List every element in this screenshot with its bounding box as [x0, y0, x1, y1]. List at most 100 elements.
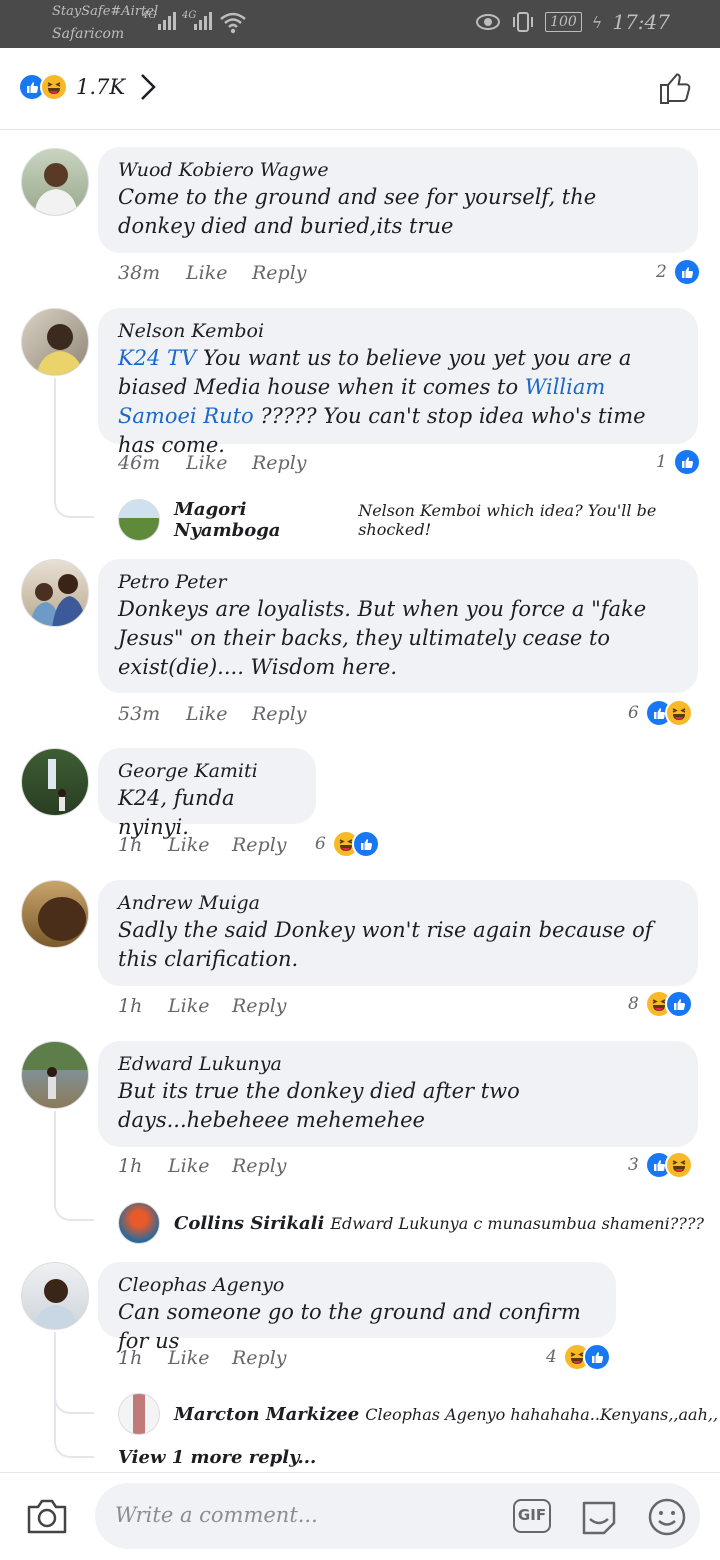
- avatar[interactable]: [21, 1041, 89, 1109]
- reply-button[interactable]: Reply: [252, 262, 307, 284]
- vibrate-icon: [513, 12, 534, 32]
- comment-reactions[interactable]: 6: [315, 830, 380, 858]
- comment-reactions[interactable]: 2: [656, 258, 701, 286]
- eye-icon: [476, 14, 501, 30]
- signal-icon: [158, 12, 176, 30]
- reaction-number: 2: [656, 262, 667, 282]
- reply-text: Edward Lukunya c munasumbua shameni????: [330, 1213, 704, 1233]
- comment-author[interactable]: George Kamiti: [118, 758, 296, 784]
- reply-button[interactable]: Reply: [232, 1347, 287, 1369]
- comment-actions: 1h Like Reply: [118, 1347, 287, 1369]
- comment-bubble: Nelson Kemboi K24 TV You want us to beli…: [98, 308, 698, 457]
- comment-time: 1h: [118, 1347, 143, 1369]
- avatar: [118, 499, 160, 541]
- emoji-icon[interactable]: [647, 1497, 687, 1537]
- avatar: [118, 1202, 160, 1244]
- comment-reactions[interactable]: 3: [628, 1151, 693, 1179]
- comment-actions: 38m Like Reply: [118, 262, 307, 284]
- reply-button[interactable]: Reply: [252, 452, 307, 474]
- mention-link[interactable]: K24 TV: [118, 346, 196, 370]
- carrier-label-2: Safaricom: [52, 26, 125, 42]
- comment-time: 38m: [118, 262, 161, 284]
- like-button[interactable]: Like: [168, 995, 232, 1017]
- comment-input-placeholder: Write a comment...: [115, 1503, 318, 1527]
- like-button[interactable]: Like: [186, 452, 252, 474]
- avatar[interactable]: [21, 308, 89, 376]
- reply-button[interactable]: Reply: [232, 834, 287, 856]
- like-reaction-icon: [664, 990, 693, 1018]
- reply-text: Nelson Kemboi which idea? You'll be shoc…: [358, 501, 657, 539]
- chevron-right-icon: [141, 74, 156, 100]
- like-button[interactable]: Like: [168, 1155, 232, 1177]
- comment-author[interactable]: Wuod Kobiero Wagwe: [118, 157, 678, 183]
- reaction-number: 4: [546, 1347, 557, 1367]
- comment-text: But its true the donkey died after two d…: [118, 1079, 520, 1132]
- thread-line: [54, 1111, 94, 1221]
- comment-reactions[interactable]: 6: [628, 699, 693, 727]
- comment-actions: 1h Like Reply: [118, 995, 287, 1017]
- reply-button[interactable]: Reply: [232, 995, 287, 1017]
- avatar: [118, 1393, 160, 1435]
- reaction-number: 3: [628, 1155, 639, 1175]
- comment-composer: Write a comment... GIF: [0, 1472, 720, 1560]
- comment-time: 53m: [118, 703, 161, 725]
- avatar[interactable]: [21, 880, 89, 948]
- comment-bubble: Edward Lukunya But its true the donkey d…: [98, 1041, 698, 1147]
- comment-text: Donkeys are loyalists. But when you forc…: [118, 597, 647, 679]
- charging-icon: ϟ: [591, 12, 603, 32]
- reply-button[interactable]: Reply: [252, 703, 307, 725]
- comment-reactions[interactable]: 8: [628, 990, 693, 1018]
- comment-reactions[interactable]: 1: [656, 448, 701, 476]
- avatar[interactable]: [21, 1262, 89, 1330]
- comment-input[interactable]: Write a comment... GIF: [95, 1483, 700, 1549]
- comment-actions: 1h Like Reply: [118, 1155, 287, 1177]
- reaction-count: 1.7K: [76, 75, 126, 99]
- comment-author[interactable]: Andrew Muiga: [118, 890, 678, 916]
- signal-icon-2: [194, 12, 212, 30]
- comment-author[interactable]: Petro Peter: [118, 569, 678, 595]
- reply-preview[interactable]: Marcton Markizee Cleophas Agenyo hahahah…: [118, 1393, 718, 1435]
- reply-preview[interactable]: Collins Sirikali Edward Lukunya c munasu…: [118, 1202, 704, 1244]
- reaction-number: 8: [628, 994, 639, 1014]
- comment-bubble: Cleophas Agenyo Can someone go to the gr…: [98, 1262, 616, 1353]
- haha-reaction-icon: [664, 699, 693, 727]
- like-reaction-icon: [672, 258, 701, 286]
- comment-bubble: Petro Peter Donkeys are loyalists. But w…: [98, 559, 698, 693]
- like-reaction-icon: [582, 1343, 611, 1371]
- comment-reactions[interactable]: 4: [546, 1343, 611, 1371]
- reply-button[interactable]: Reply: [232, 1155, 287, 1177]
- comment-bubble: Andrew Muiga Sadly the said Donkey won't…: [98, 880, 698, 986]
- like-button[interactable]: Like: [168, 1347, 232, 1369]
- like-button[interactable]: Like: [186, 262, 252, 284]
- gif-icon[interactable]: GIF: [513, 1499, 551, 1533]
- like-reaction-icon: [672, 448, 701, 476]
- avatar[interactable]: [21, 559, 89, 627]
- comment-actions: 46m Like Reply: [118, 452, 307, 474]
- comment-time: 1h: [118, 995, 143, 1017]
- view-more-replies-link[interactable]: View 1 more reply...: [118, 1447, 316, 1468]
- reactions-header: 1.7K: [0, 48, 720, 130]
- comment-bubble: George Kamiti K24, funda nyinyi.: [98, 748, 316, 839]
- like-button[interactable]: Like: [168, 834, 232, 856]
- like-button[interactable]: Like: [186, 703, 252, 725]
- comment-author[interactable]: Edward Lukunya: [118, 1051, 678, 1077]
- wifi-icon: [220, 12, 246, 34]
- clock: 17:47: [612, 10, 670, 34]
- sticker-icon[interactable]: [578, 1497, 620, 1537]
- haha-reaction-icon: [40, 73, 68, 101]
- avatar[interactable]: [21, 748, 89, 816]
- status-bar: StaySafe#Airtel Safaricom 4G 4G 100 ϟ 17…: [0, 0, 720, 48]
- reply-preview[interactable]: Magori Nyamboga Nelson Kemboi which idea…: [118, 499, 720, 541]
- reaction-number: 6: [315, 834, 326, 854]
- reply-author[interactable]: Magori Nyamboga: [174, 499, 352, 541]
- comment-author[interactable]: Cleophas Agenyo: [118, 1272, 596, 1298]
- camera-icon[interactable]: [26, 1497, 68, 1535]
- reply-author[interactable]: Marcton Markizee: [174, 1404, 359, 1425]
- reactions-summary[interactable]: 1.7K: [18, 72, 157, 102]
- reply-author[interactable]: Collins Sirikali: [174, 1213, 324, 1234]
- thumbs-up-icon[interactable]: [658, 70, 694, 106]
- avatar[interactable]: [21, 148, 89, 216]
- reaction-number: 1: [656, 452, 667, 472]
- thread-line: [54, 1332, 94, 1458]
- comment-author[interactable]: Nelson Kemboi: [118, 318, 678, 344]
